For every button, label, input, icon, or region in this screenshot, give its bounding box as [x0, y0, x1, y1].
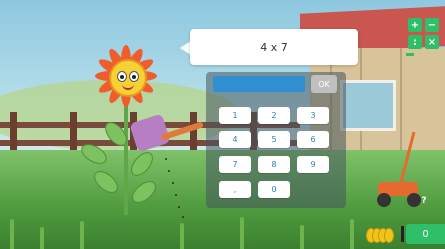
key-9[interactable]: 9	[297, 156, 329, 173]
answer-field[interactable]	[213, 76, 305, 92]
key-5[interactable]: 5	[258, 131, 290, 148]
divide-operation-button[interactable]: :	[408, 35, 422, 49]
plant-stem	[124, 105, 128, 215]
question-text: 4 x 7	[260, 40, 288, 54]
minus-operation-button[interactable]: −	[425, 18, 439, 32]
score-counter: 0	[406, 224, 445, 244]
help-button[interactable]: ?	[418, 195, 430, 207]
key-4[interactable]: 4	[219, 131, 251, 148]
multiply-operation-button[interactable]: ×	[425, 35, 439, 49]
key-2[interactable]: 2	[258, 107, 290, 124]
key-8[interactable]: 8	[258, 156, 290, 173]
game-scene: 4 x 7 OK 1 2 3 4 5 6 7 8 9 , 0 + − : × ?…	[0, 0, 445, 249]
shed-window	[340, 80, 396, 131]
key-1[interactable]: 1	[219, 107, 251, 124]
key-7[interactable]: 7	[219, 156, 251, 173]
flower-character	[95, 45, 157, 107]
mouth	[122, 81, 134, 90]
ok-button[interactable]: OK	[311, 75, 337, 93]
key-0[interactable]: 0	[258, 181, 290, 198]
question-bubble: 4 x 7	[190, 29, 358, 65]
plus-operation-button[interactable]: +	[408, 18, 422, 32]
selected-operation-indicator	[406, 53, 414, 56]
operation-selector: + − : ×	[406, 16, 440, 50]
key-6[interactable]: 6	[297, 131, 329, 148]
key-comma[interactable]: ,	[219, 181, 251, 198]
coin-icon	[384, 228, 394, 243]
flower-face	[109, 59, 147, 97]
key-3[interactable]: 3	[297, 107, 329, 124]
score-separator	[401, 226, 404, 242]
